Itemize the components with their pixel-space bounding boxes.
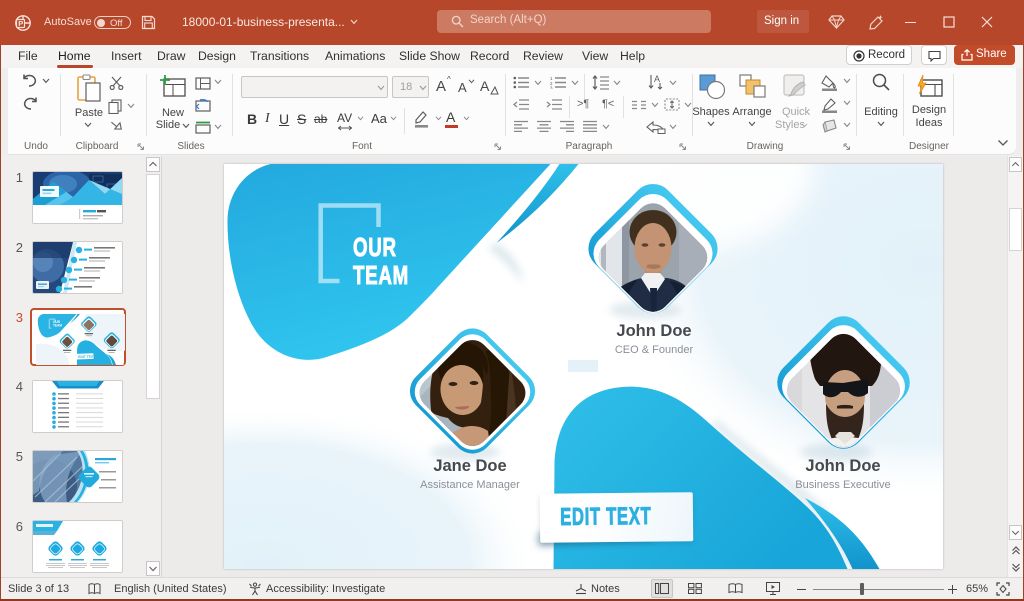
svg-text:P: P [18,19,23,28]
svg-text:TEAM: TEAM [52,323,61,327]
svg-text:EDIT TEXT: EDIT TEXT [78,354,95,359]
svg-text:A: A [654,74,660,84]
svg-text:3: 3 [550,86,553,90]
